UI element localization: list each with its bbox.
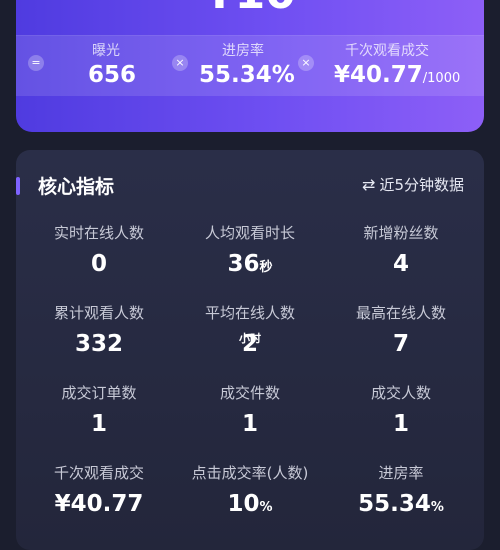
overlay-label: 小时: [239, 332, 261, 345]
title-accent-bar: [16, 177, 20, 195]
metric-cell[interactable]: 千次观看成交 ¥40.77: [21, 462, 177, 518]
metric-cell[interactable]: 人均观看时长 36秒: [172, 222, 328, 278]
metric-cell[interactable]: 平均在线人数 2 小时: [172, 302, 328, 358]
metric-cell-value: ¥40.77: [54, 491, 144, 517]
metric-gpm[interactable]: 千次观看成交 ¥40.77/1000: [331, 36, 481, 96]
metric-exposure[interactable]: 曝光 656: [72, 36, 172, 96]
metric-entry-rate[interactable]: 进房率 55.34%: [196, 36, 306, 96]
metric-exposure-label: 曝光: [92, 43, 120, 59]
metric-cell[interactable]: 累计观看人数 332: [21, 302, 177, 358]
metric-cell-label: 进房率: [378, 464, 424, 482]
metric-cell[interactable]: 成交人数 1: [323, 382, 479, 438]
metric-cell-value: 332: [74, 331, 123, 357]
metric-cell-label: 累计观看人数: [53, 304, 144, 322]
metric-entry-rate-label: 进房率: [222, 43, 264, 59]
metric-cell-value: 10%: [227, 491, 273, 517]
metric-gpm-label: 千次观看成交: [345, 43, 429, 59]
metric-cell-label: 点击成交率(人数): [191, 464, 309, 482]
metric-cell-value: 4: [392, 251, 409, 277]
metric-cell[interactable]: 新增粉丝数 4: [323, 222, 479, 278]
metric-cell-value: 36秒: [227, 251, 273, 277]
metric-cell[interactable]: 进房率 55.34%: [323, 462, 479, 518]
equals-icon: =: [28, 55, 44, 71]
metric-cell-value: 7: [392, 331, 409, 357]
metric-cell-value: 1: [241, 411, 258, 437]
metric-cell-label: 平均在线人数: [204, 304, 295, 322]
switch-period-label: 近5分钟数据: [379, 176, 464, 194]
metric-cell-value: 1: [90, 411, 107, 437]
metric-cell[interactable]: 最高在线人数 7: [323, 302, 479, 358]
metric-gpm-value: ¥40.77/1000: [334, 62, 461, 88]
core-metrics-title: 核心指标: [38, 176, 115, 198]
metric-cell[interactable]: 点击成交率(人数) 10%: [172, 462, 328, 518]
multiply-icon: ×: [172, 55, 188, 71]
swap-arrows-icon: ⇄: [362, 175, 376, 194]
multiply-icon: ×: [298, 55, 314, 71]
summary-amount: ¥10: [16, 0, 484, 16]
metric-cell-label: 成交订单数: [61, 384, 137, 402]
metric-cell-label: 最高在线人数: [355, 304, 446, 322]
summary-card: ¥10 = 曝光 656 × 进房率 55.34% × 千次观看成交 ¥40.7…: [16, 0, 484, 132]
metric-cell-label: 新增粉丝数: [363, 224, 439, 242]
core-metrics-card: 核心指标 ⇄ 近5分钟数据 实时在线人数 0 人均观看时长 36秒 新增粉丝数 4…: [16, 150, 484, 550]
metric-cell-label: 千次观看成交: [53, 464, 144, 482]
metric-cell-label: 成交人数: [370, 384, 431, 402]
metric-cell-label: 人均观看时长: [204, 224, 295, 242]
metric-cell[interactable]: 成交订单数 1: [21, 382, 177, 438]
metric-cell-value: 55.34%: [358, 491, 444, 517]
metric-exposure-value: 656: [88, 62, 137, 88]
metric-cell-label: 实时在线人数: [53, 224, 144, 242]
core-metrics-header: 核心指标 ⇄ 近5分钟数据: [16, 150, 484, 220]
metric-cell[interactable]: 实时在线人数 0: [21, 222, 177, 278]
metric-cell-label: 成交件数: [219, 384, 280, 402]
summary-metrics-strip: = 曝光 656 × 进房率 55.34% × 千次观看成交 ¥40.77/10…: [16, 35, 484, 96]
metric-cell-value: 1: [392, 411, 409, 437]
metric-cell-value: 0: [90, 251, 107, 277]
metric-cell[interactable]: 成交件数 1: [172, 382, 328, 438]
metric-entry-rate-value: 55.34%: [199, 62, 295, 88]
switch-period-button[interactable]: ⇄ 近5分钟数据: [362, 174, 464, 195]
